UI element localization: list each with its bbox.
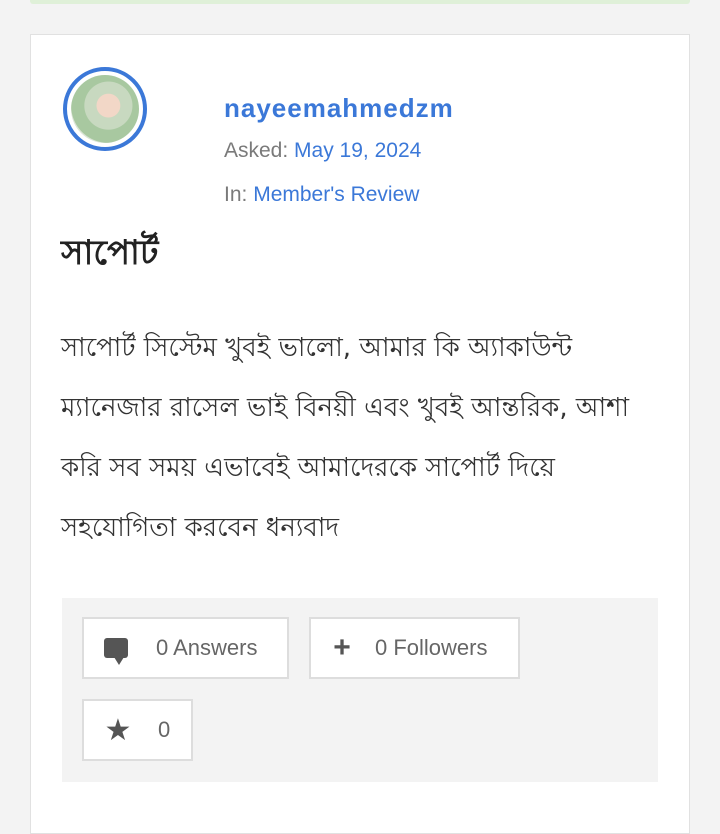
asked-label: Asked: (224, 139, 289, 162)
asked-meta: Asked: May 19, 2024 (224, 139, 421, 163)
in-label: In: (224, 183, 248, 206)
avatar-image (71, 75, 139, 143)
favorite-button[interactable]: ★ 0 (82, 699, 193, 761)
star-icon: ★ (104, 713, 132, 747)
category-link[interactable]: Member's Review (253, 183, 419, 206)
top-status-bar (30, 0, 690, 4)
followers-count-button[interactable]: + 0 Followers (309, 617, 520, 679)
favorite-count: 0 (158, 717, 171, 742)
followers-count: 0 Followers (375, 635, 488, 660)
avatar[interactable] (63, 67, 147, 151)
category-meta: In: Member's Review (224, 183, 419, 207)
username-link[interactable]: nayeemahmedzm (224, 93, 454, 124)
plus-icon: + (333, 631, 351, 664)
answers-count-button[interactable]: 0 Answers (82, 617, 289, 679)
question-footer: 0 Answers + 0 Followers ★ 0 (62, 598, 658, 782)
question-card: nayeemahmedzm Asked: May 19, 2024 In: Me… (30, 34, 690, 834)
answers-count: 0 Answers (156, 635, 258, 660)
question-body: সাপোর্ট সিস্টেম খুবই ভালো, আমার কি অ্যাক… (61, 333, 630, 543)
asked-date-link[interactable]: May 19, 2024 (294, 139, 421, 162)
comment-icon (84, 638, 128, 665)
question-title[interactable]: সাপোর্ট (61, 227, 158, 284)
